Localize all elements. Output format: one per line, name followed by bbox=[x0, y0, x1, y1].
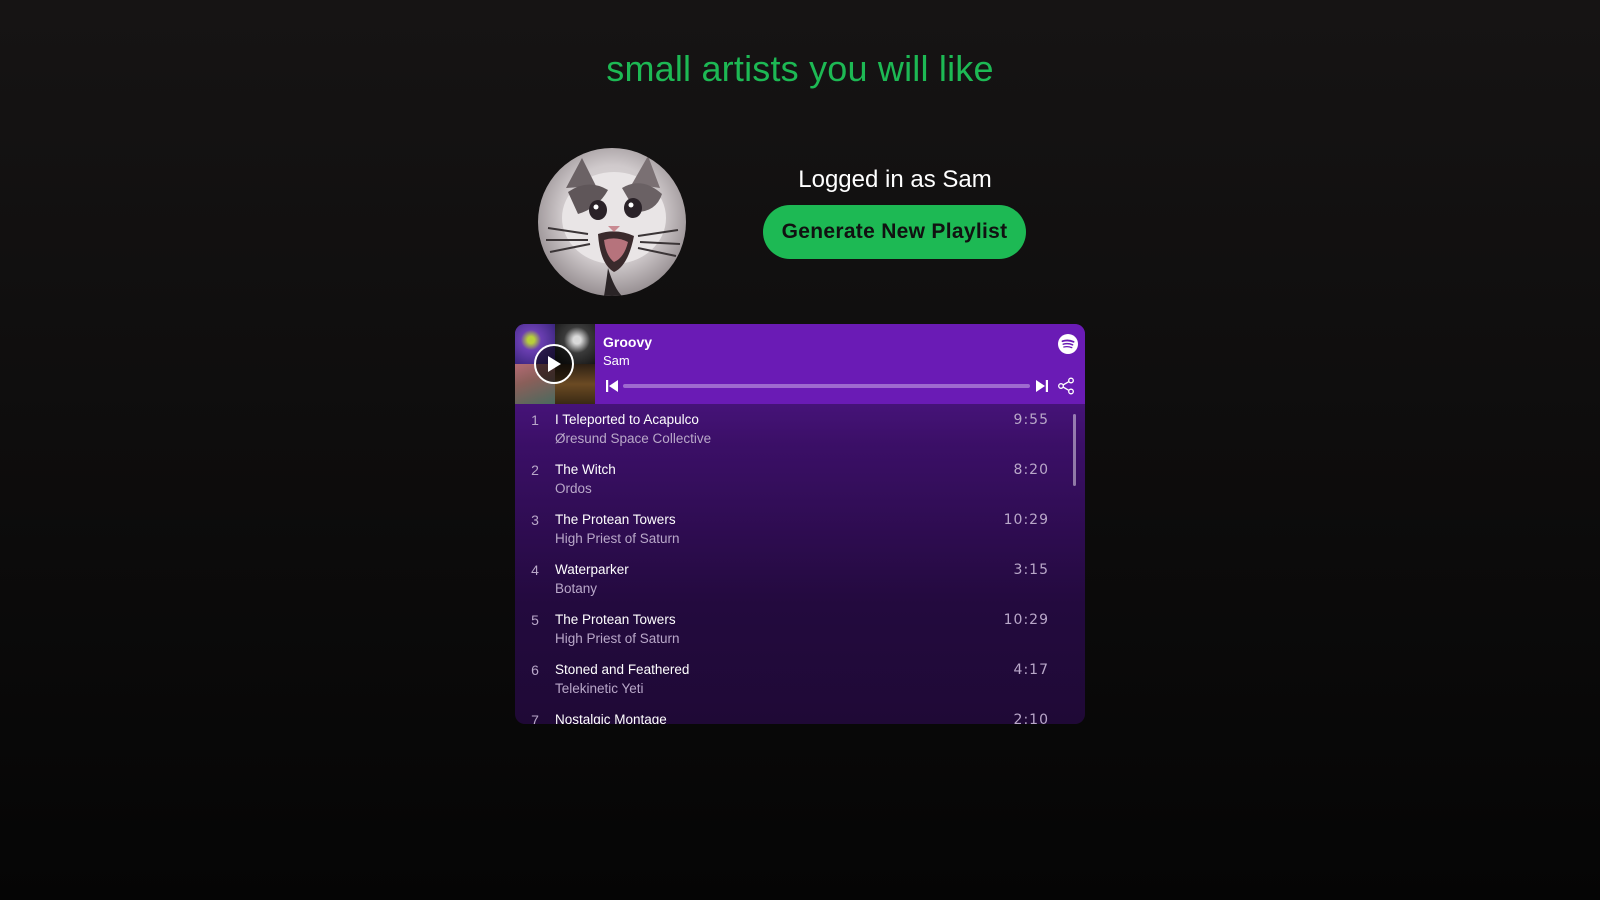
track-title[interactable]: The Protean Towers bbox=[555, 512, 676, 527]
track-artist[interactable]: Botany bbox=[555, 581, 597, 596]
track-duration: 4:17 bbox=[1013, 662, 1049, 678]
track-row[interactable]: 4 Waterparker Botany 3:15 bbox=[515, 554, 1085, 604]
track-duration: 3:15 bbox=[1013, 562, 1049, 578]
track-title[interactable]: The Witch bbox=[555, 462, 616, 477]
track-title[interactable]: I Teleported to Acapulco bbox=[555, 412, 699, 427]
share-icon[interactable] bbox=[1057, 377, 1075, 395]
track-artist[interactable]: Telekinetic Yeti bbox=[555, 681, 644, 696]
track-number: 7 bbox=[531, 712, 539, 724]
track-title[interactable]: Nostalgic Montage bbox=[555, 712, 667, 724]
track-artist[interactable]: High Priest of Saturn bbox=[555, 631, 680, 646]
track-title[interactable]: Waterparker bbox=[555, 562, 629, 577]
spotify-icon[interactable] bbox=[1058, 334, 1078, 354]
track-artist[interactable]: Øresund Space Collective bbox=[555, 431, 711, 446]
track-row[interactable]: 2 The Witch Ordos 8:20 bbox=[515, 454, 1085, 504]
app-title: small artists you will like bbox=[606, 48, 994, 89]
track-list[interactable]: 1 I Teleported to Acapulco Øresund Space… bbox=[515, 404, 1085, 724]
playlist-owner[interactable]: Sam bbox=[603, 353, 630, 368]
track-number: 6 bbox=[531, 662, 539, 678]
track-title[interactable]: Stoned and Feathered bbox=[555, 662, 689, 677]
play-icon bbox=[548, 356, 561, 372]
track-row[interactable]: 1 I Teleported to Acapulco Øresund Space… bbox=[515, 404, 1085, 454]
track-duration: 9:55 bbox=[1013, 412, 1049, 428]
spotify-playlist-embed: Groovy Sam 1 I Teleported to Acapulco Ør… bbox=[515, 324, 1085, 724]
track-number: 5 bbox=[531, 612, 539, 628]
track-duration: 8:20 bbox=[1013, 462, 1049, 478]
track-duration: 10:29 bbox=[1003, 612, 1049, 628]
track-artist[interactable]: Ordos bbox=[555, 481, 592, 496]
track-number: 2 bbox=[531, 462, 539, 478]
track-number: 3 bbox=[531, 512, 539, 528]
play-button[interactable] bbox=[534, 344, 574, 384]
track-artist[interactable]: High Priest of Saturn bbox=[555, 531, 680, 546]
progress-bar[interactable] bbox=[623, 384, 1030, 388]
track-row[interactable]: 3 The Protean Towers High Priest of Satu… bbox=[515, 504, 1085, 554]
embed-header: Groovy Sam bbox=[515, 324, 1085, 404]
scrollbar-thumb[interactable] bbox=[1073, 414, 1076, 486]
avatar bbox=[538, 148, 686, 296]
track-row[interactable]: 7 Nostalgic Montage 2:10 bbox=[515, 704, 1085, 724]
track-number: 4 bbox=[531, 562, 539, 578]
cat-avatar-image bbox=[546, 156, 681, 296]
track-title[interactable]: The Protean Towers bbox=[555, 612, 676, 627]
track-duration: 2:10 bbox=[1013, 712, 1049, 724]
track-row[interactable]: 6 Stoned and Feathered Telekinetic Yeti … bbox=[515, 654, 1085, 704]
logged-in-status: Logged in as Sam bbox=[798, 166, 992, 193]
track-row[interactable]: 5 The Protean Towers High Priest of Satu… bbox=[515, 604, 1085, 654]
skip-next-icon[interactable] bbox=[1035, 379, 1049, 393]
generate-playlist-button[interactable]: Generate New Playlist bbox=[763, 205, 1026, 259]
skip-previous-icon[interactable] bbox=[605, 379, 619, 393]
page: small artists you will like Logged in as… bbox=[0, 0, 1600, 900]
playlist-name[interactable]: Groovy bbox=[603, 334, 652, 350]
track-number: 1 bbox=[531, 412, 539, 428]
track-duration: 10:29 bbox=[1003, 512, 1049, 528]
